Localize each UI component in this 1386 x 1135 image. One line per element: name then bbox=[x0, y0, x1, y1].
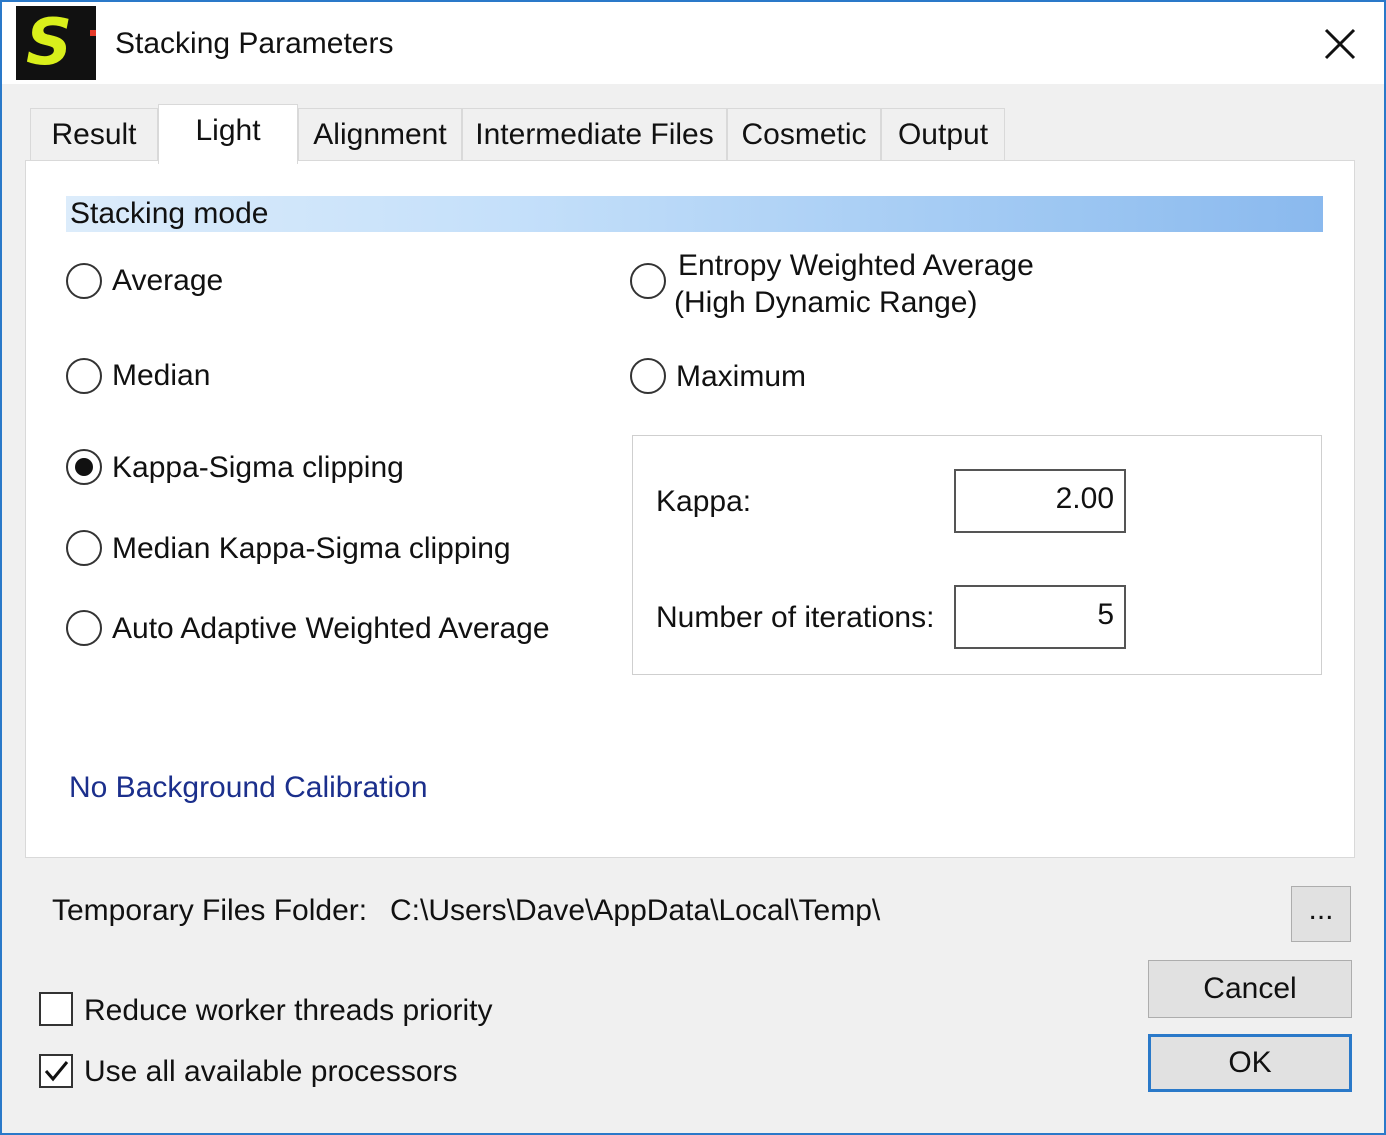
temp-folder-label: Temporary Files Folder: bbox=[52, 894, 368, 927]
radio-auto-adaptive-weighted-average[interactable] bbox=[66, 610, 102, 646]
app-logo-dot bbox=[90, 30, 96, 36]
radio-average-label[interactable]: Average bbox=[112, 262, 223, 300]
radio-median-kappa-sigma-clipping[interactable] bbox=[66, 530, 102, 566]
radio-average[interactable] bbox=[66, 263, 102, 299]
radio-kappa-sigma-clipping-label[interactable]: Kappa-Sigma clipping bbox=[112, 449, 404, 487]
reduce-priority-label[interactable]: Reduce worker threads priority bbox=[84, 992, 493, 1030]
tab-result[interactable]: Result bbox=[30, 108, 158, 160]
app-logo-letter: S bbox=[26, 6, 73, 80]
iterations-input[interactable]: 5 bbox=[954, 585, 1126, 649]
cancel-button[interactable]: Cancel bbox=[1148, 960, 1352, 1018]
ok-button[interactable]: OK bbox=[1148, 1034, 1352, 1092]
tab-output[interactable]: Output bbox=[881, 108, 1005, 160]
radio-median-label[interactable]: Median bbox=[112, 357, 210, 395]
background-calibration-link[interactable]: No Background Calibration bbox=[69, 769, 428, 807]
window-title: Stacking Parameters bbox=[115, 27, 394, 60]
iterations-label: Number of iterations: bbox=[656, 601, 935, 634]
checkmark-icon bbox=[44, 1061, 69, 1082]
stacking-mode-title: Stacking mode bbox=[70, 197, 269, 230]
radio-entropy-weighted-average-label-line1[interactable]: Entropy Weighted Average bbox=[678, 247, 1034, 285]
radio-median[interactable] bbox=[66, 358, 102, 394]
kappa-input[interactable]: 2.00 bbox=[954, 469, 1126, 533]
radio-kappa-sigma-clipping[interactable] bbox=[66, 449, 102, 485]
use-all-processors-label[interactable]: Use all available processors bbox=[84, 1053, 458, 1091]
kappa-label: Kappa: bbox=[656, 485, 752, 518]
use-all-processors-checkbox[interactable] bbox=[39, 1054, 73, 1088]
title-bar: S Stacking Parameters bbox=[2, 2, 1384, 84]
tab-light[interactable]: Light bbox=[158, 104, 298, 164]
browse-folder-button[interactable]: ... bbox=[1291, 886, 1351, 942]
temp-folder-path: C:\Users\Dave\AppData\Local\Temp\ bbox=[390, 894, 881, 927]
stacking-parameters-dialog: S Stacking Parameters Result Light Align… bbox=[0, 0, 1386, 1135]
app-logo-icon: S bbox=[16, 6, 96, 80]
stacking-mode-header: Stacking mode bbox=[66, 196, 1323, 232]
close-button[interactable] bbox=[1310, 14, 1370, 74]
radio-entropy-weighted-average[interactable] bbox=[630, 263, 666, 299]
radio-entropy-weighted-average-label-line2[interactable]: (High Dynamic Range) bbox=[674, 284, 977, 322]
tab-alignment[interactable]: Alignment bbox=[298, 108, 462, 160]
light-tab-panel: Stacking mode Average Median Kappa-Sigma… bbox=[25, 160, 1355, 858]
radio-median-kappa-sigma-clipping-label[interactable]: Median Kappa-Sigma clipping bbox=[112, 530, 511, 568]
close-icon bbox=[1324, 28, 1356, 60]
reduce-priority-checkbox[interactable] bbox=[39, 992, 73, 1026]
tab-intermediate-files[interactable]: Intermediate Files bbox=[462, 108, 727, 160]
radio-auto-adaptive-weighted-average-label[interactable]: Auto Adaptive Weighted Average bbox=[112, 610, 550, 648]
tab-cosmetic[interactable]: Cosmetic bbox=[727, 108, 881, 160]
kappa-sigma-parameters-group: Kappa: 2.00 Number of iterations: 5 bbox=[632, 435, 1322, 675]
radio-maximum[interactable] bbox=[630, 358, 666, 394]
radio-maximum-label[interactable]: Maximum bbox=[676, 358, 806, 396]
